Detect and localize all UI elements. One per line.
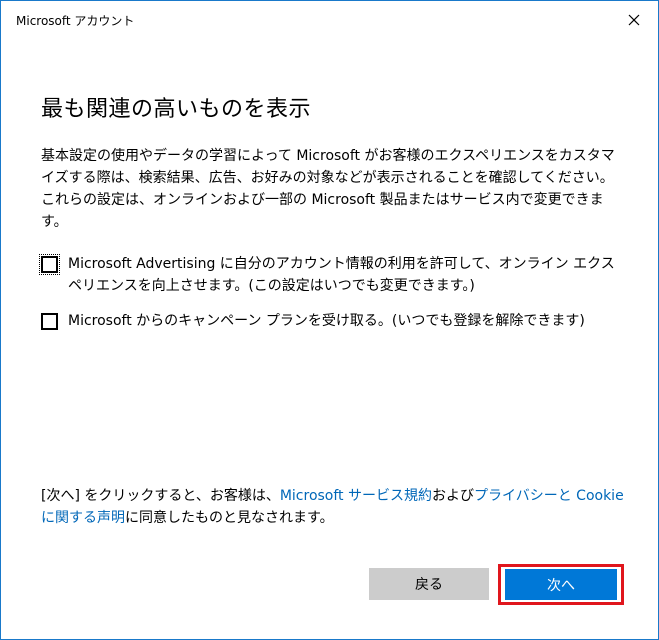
- legal-suffix: に同意したものと見なされます。: [125, 510, 334, 526]
- title-bar: Microsoft アカウント: [1, 1, 658, 39]
- close-icon[interactable]: [624, 10, 644, 30]
- legal-prefix: [次へ] をクリックすると、お客様は、: [41, 488, 280, 504]
- window-title: Microsoft アカウント: [16, 14, 135, 28]
- microsoft-account-dialog: Microsoft アカウント 最も関連の高いものを表示 基本設定の使用やデータ…: [0, 0, 659, 640]
- page-title: 最も関連の高いものを表示: [41, 97, 312, 122]
- legal-middle: および: [432, 488, 474, 504]
- advertising-checkbox[interactable]: [39, 254, 60, 275]
- promotions-option[interactable]: Microsoft からのキャンペーン プランを受け取る。(いつでも登録を解除で…: [41, 310, 626, 332]
- description-text: 基本設定の使用やデータの学習によって Microsoft がお客様のエクスペリエ…: [41, 148, 615, 230]
- next-button[interactable]: 次へ: [504, 568, 618, 601]
- legal-notice: [次へ] をクリックすると、お客様は、Microsoft サービス規約およびプラ…: [41, 485, 631, 529]
- advertising-option-label[interactable]: Microsoft Advertising に自分のアカウント情報の利用を許可し…: [68, 253, 626, 297]
- services-agreement-link[interactable]: Microsoft サービス規約: [280, 488, 432, 504]
- promotions-option-label[interactable]: Microsoft からのキャンペーン プランを受け取る。(いつでも登録を解除で…: [68, 310, 626, 332]
- back-button[interactable]: 戻る: [369, 568, 489, 600]
- advertising-option[interactable]: Microsoft Advertising に自分のアカウント情報の利用を許可し…: [39, 253, 626, 297]
- promotions-checkbox[interactable]: [41, 313, 58, 330]
